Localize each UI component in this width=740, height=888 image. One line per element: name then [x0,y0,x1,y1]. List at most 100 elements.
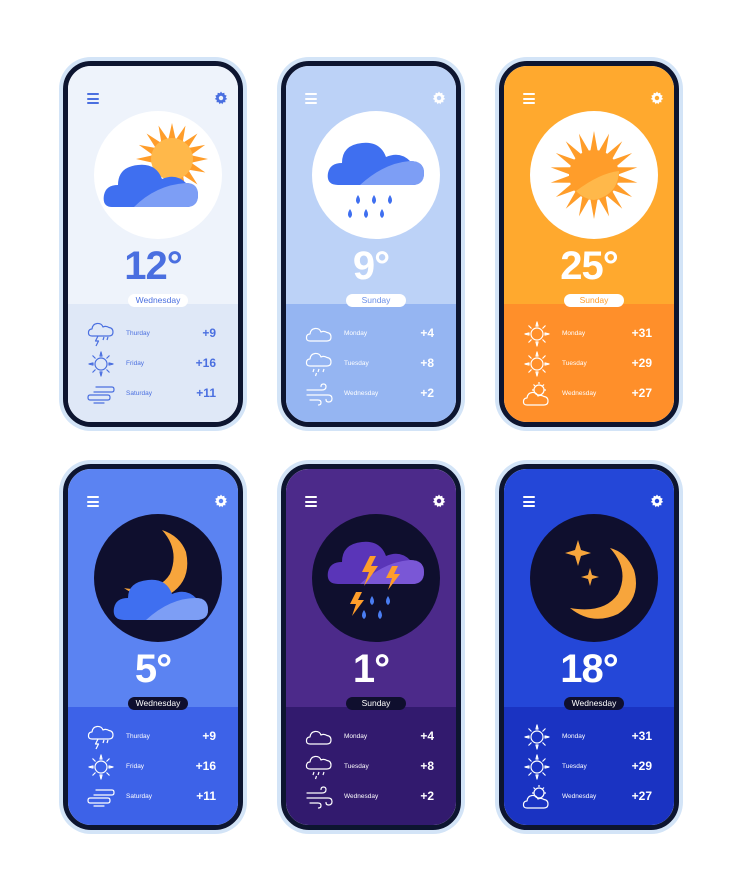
storm-cloud-icon [87,322,114,347]
gear-icon[interactable] [650,494,664,508]
forecast-temperature: +4 [420,326,434,340]
forecast-row: Tuesday +8 [286,753,456,781]
forecast-temperature: +31 [631,326,652,340]
forecast-row: Monday +4 [286,320,456,348]
sun-cloud-icon [522,381,549,406]
current-day-pill: Sunday [564,294,624,307]
sun-icon [524,724,550,750]
forecast-day: Monday [562,733,586,740]
forecast-day: Friday [126,360,145,367]
current-temperature: 5° [134,647,172,691]
forecast-row: Saturday +11 [68,380,238,408]
rain-cloud-icon [305,755,332,780]
gear-icon[interactable] [214,91,228,105]
fog-icon [87,789,115,807]
sun-cloud-icon [522,784,549,809]
forecast-temperature: +11 [196,789,216,803]
forecast-day: Wednesday [562,793,597,800]
forecast-temperature: +29 [631,356,652,370]
forecast-temperature: +9 [202,326,216,340]
forecast-day: Wednesday [344,390,379,397]
current-day-pill: Sunday [346,294,406,307]
forecast-day: Thurday [126,330,150,337]
forecast-row: Friday +16 [68,350,238,378]
menu-icon[interactable] [305,93,317,104]
forecast-row: Tuesday +8 [286,350,456,378]
rain-cloud-icon [312,111,440,239]
current-temperature: 18° [560,647,619,691]
forecast-row: Monday +4 [286,723,456,751]
forecast-row: Monday +31 [504,320,674,348]
phone-screen-4: 5° Wednesday Thurday +9 Friday +16 Satur… [63,464,243,830]
menu-icon[interactable] [87,496,99,507]
moon-cloud-icon [94,514,222,642]
sun-icon [88,351,114,377]
forecast-day: Monday [344,330,368,337]
forecast-temperature: +31 [631,729,652,743]
gear-icon[interactable] [650,91,664,105]
current-day-pill: Wednesday [128,697,188,710]
current-day-pill: Wednesday [564,697,624,710]
forecast-temperature: +11 [196,386,216,400]
forecast-day: Wednesday [344,793,379,800]
phone-screen-1: 12° Wednesday Thurday +9 Friday +16 Satu… [63,61,243,427]
menu-icon[interactable] [87,93,99,104]
sun-icon [524,754,550,780]
gear-icon[interactable] [432,91,446,105]
sun-icon [88,754,114,780]
forecast-temperature: +27 [631,386,652,400]
forecast-temperature: +4 [420,729,434,743]
menu-icon[interactable] [523,93,535,104]
forecast-row: Thurday +9 [68,723,238,751]
current-temperature: 1° [352,647,390,691]
current-temperature: 12° [124,244,183,288]
forecast-day: Thurday [126,733,150,740]
sun-icon [530,111,658,239]
forecast-temperature: +8 [420,356,434,370]
forecast-temperature: +9 [202,729,216,743]
cloud-icon [305,730,332,745]
forecast-row: Friday +16 [68,753,238,781]
gear-icon[interactable] [214,494,228,508]
sun-icon [524,321,550,347]
forecast-row: Wednesday +2 [286,783,456,811]
current-day-pill: Sunday [346,697,406,710]
forecast-temperature: +2 [420,789,434,803]
moon-stars-icon [530,514,658,642]
wind-icon [306,383,333,406]
storm-cloud-icon [87,725,114,750]
forecast-day: Monday [344,733,368,740]
forecast-row: Tuesday +29 [504,350,674,378]
forecast-row: Monday +31 [504,723,674,751]
forecast-temperature: +2 [420,386,434,400]
forecast-day: Tuesday [344,763,369,770]
fog-icon [87,386,115,404]
thunderstorm-icon [312,514,440,642]
forecast-temperature: +27 [631,789,652,803]
forecast-temperature: +8 [420,759,434,773]
forecast-row: Wednesday +27 [504,783,674,811]
forecast-row: Saturday +11 [68,783,238,811]
forecast-day: Tuesday [344,360,369,367]
sun-cloud-icon [94,111,222,239]
forecast-row: Wednesday +27 [504,380,674,408]
forecast-temperature: +16 [195,759,216,773]
forecast-temperature: +29 [631,759,652,773]
current-temperature: 9° [352,244,390,288]
forecast-day: Saturday [126,793,153,800]
phone-screen-6: 18° Wednesday Monday +31 Tuesday +29 Wed… [499,464,679,830]
forecast-day: Wednesday [562,390,597,397]
wind-icon [306,786,333,809]
forecast-row: Tuesday +29 [504,753,674,781]
menu-icon[interactable] [523,496,535,507]
cloud-icon [305,327,332,342]
phone-screen-5: 1° Sunday Monday +4 Tuesday +8 Wednesday… [281,464,461,830]
gear-icon[interactable] [432,494,446,508]
current-temperature: 25° [560,244,619,288]
forecast-row: Wednesday +2 [286,380,456,408]
sun-icon [524,351,550,377]
menu-icon[interactable] [305,496,317,507]
forecast-day: Tuesday [562,763,587,770]
forecast-day: Friday [126,763,145,770]
current-day-pill: Wednesday [128,294,188,307]
